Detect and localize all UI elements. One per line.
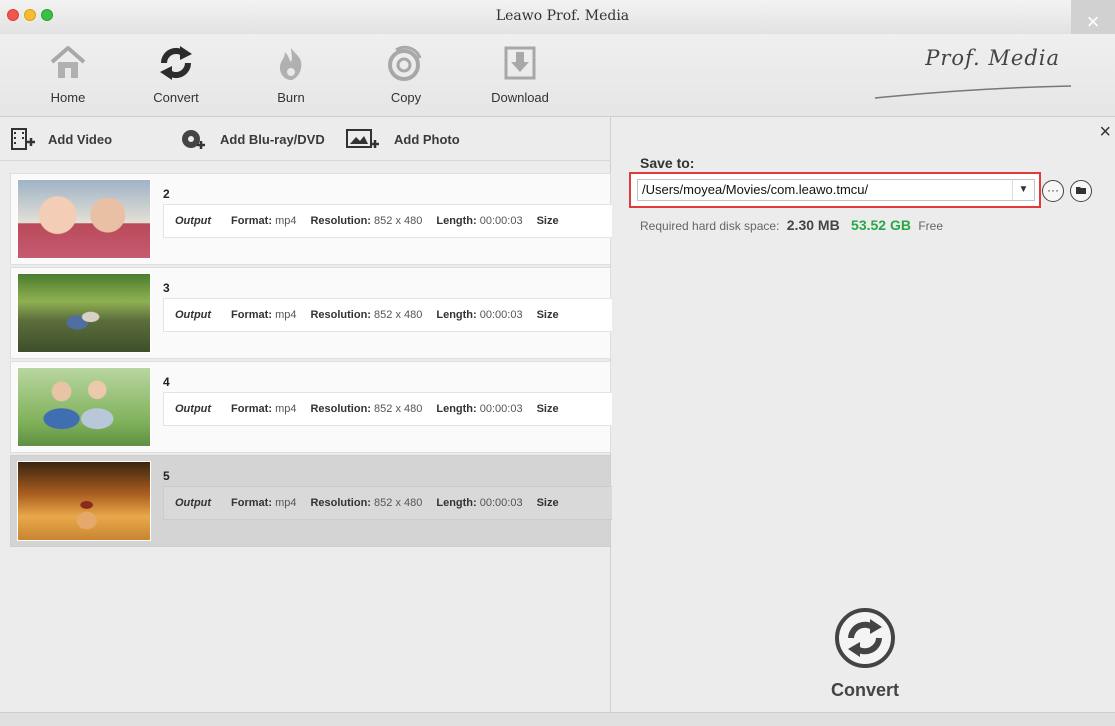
add-photo-label: Add Photo [394, 131, 460, 147]
convert-label: Convert [830, 680, 899, 700]
toolbar-convert-label: Convert [153, 90, 199, 105]
disk-space-info: Required hard disk space: 2.30 MB 53.52 … [640, 217, 943, 233]
item-number: 5 [163, 469, 170, 483]
add-bluray-dvd-button[interactable]: Add Blu-ray/DVD [180, 127, 325, 151]
add-media-bar: Add Video Add Blu-ray/DVD Add Photo [0, 117, 611, 161]
brand-logo: Prof. Media [925, 46, 1060, 70]
item-output-info: Output Format: mp4 Resolution: 852 x 480 Le… [163, 298, 612, 332]
item-number: 3 [163, 281, 170, 295]
convert-button[interactable]: Convert [820, 607, 910, 701]
video-list-item-selected[interactable]: 5 Output Format: mp4 Resolution: 852 x 480… [10, 455, 612, 547]
toolbar-home-label: Home [50, 90, 86, 105]
convert-settings-panel: × Save to: /Users/moyea/Movies/com.leawo… [612, 117, 1115, 712]
title-bar: Leawo Prof. Media [0, 0, 1115, 34]
burn-icon [279, 48, 302, 80]
save-path-value: /Users/moyea/Movies/com.leawo.tmcu/ [642, 182, 869, 197]
item-output-info: Output Format: mp4 Resolution: 852 x 480 Le… [163, 204, 612, 238]
photo-icon [346, 129, 379, 148]
copy-icon [388, 45, 422, 81]
video-list-item[interactable]: 3 Output Format: mp4 Resolution: 852 x 480… [10, 267, 612, 359]
toolbar-download-button[interactable]: Download [482, 44, 558, 105]
video-list-item[interactable]: 2 Output Format: mp4 Resolution: 852 x 480… [10, 173, 612, 265]
download-icon [504, 46, 536, 80]
required-space: 2.30 MB [786, 217, 840, 233]
home-icon [50, 46, 86, 78]
add-video-label: Add Video [48, 131, 113, 147]
window-title: Leawo Prof. Media [495, 8, 630, 24]
app-window: Leawo Prof. Media × Home Convert Burn Co… [0, 0, 1115, 726]
item-number: 4 [163, 375, 170, 389]
toolbar-convert-button[interactable]: Convert [138, 44, 214, 105]
film-icon [11, 128, 35, 150]
disc-icon [182, 130, 205, 149]
video-thumbnail [17, 461, 151, 541]
toolbar-copy-label: Copy [390, 90, 422, 105]
open-folder-icon[interactable] [1070, 180, 1092, 202]
toolbar-burn-button[interactable]: Burn [253, 44, 329, 105]
brand-swoosh [874, 85, 1072, 99]
toolbar-home-button[interactable]: Home [30, 44, 106, 105]
video-list-item[interactable]: 4 Output Format: mp4 Resolution: 852 x 480… [10, 361, 612, 453]
main-toolbar: Home Convert Burn Copy Download Prof. Me… [0, 34, 1115, 116]
item-output-info: Output Format: mp4 Resolution: 852 x 480 Le… [163, 486, 612, 520]
save-to-label: Save to: [640, 155, 695, 171]
chevron-down-icon[interactable]: ▼ [1012, 180, 1034, 200]
video-thumbnail [17, 179, 151, 259]
video-thumbnail [17, 273, 151, 353]
toolbar-copy-button[interactable]: Copy [368, 44, 444, 105]
toolbar-download-label: Download [491, 90, 549, 105]
toolbar-burn-label: Burn [277, 90, 305, 105]
save-path-highlight: /Users/moyea/Movies/com.leawo.tmcu/ ▼ [629, 172, 1041, 208]
status-bar [0, 712, 1115, 726]
convert-circle-icon [835, 608, 895, 668]
convert-icon [160, 46, 192, 80]
item-number: 2 [163, 187, 170, 201]
free-space: 53.52 GB [851, 217, 911, 233]
video-list-panel: Add Video Add Blu-ray/DVD Add Photo 2 Ou… [0, 117, 612, 712]
add-bluray-dvd-label: Add Blu-ray/DVD [220, 131, 325, 147]
close-panel-icon[interactable]: × [1099, 121, 1111, 144]
browse-more-icon[interactable]: ··· [1042, 180, 1064, 202]
video-thumbnail [17, 367, 151, 447]
add-video-button[interactable]: Add Video [10, 127, 112, 151]
save-path-dropdown[interactable]: /Users/moyea/Movies/com.leawo.tmcu/ ▼ [637, 179, 1035, 201]
add-photo-button[interactable]: Add Photo [346, 127, 460, 151]
item-output-info: Output Format: mp4 Resolution: 852 x 480 Le… [163, 392, 612, 426]
